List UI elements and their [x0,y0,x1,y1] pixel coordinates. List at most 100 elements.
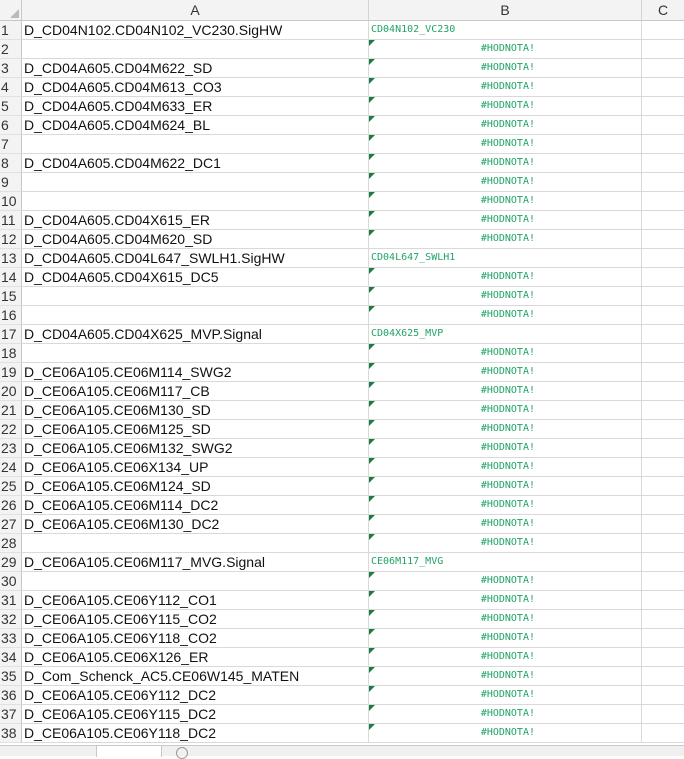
row-header[interactable]: 30 [0,572,22,591]
row-header[interactable]: 25 [0,477,22,496]
cell-a[interactable]: D_CE06A105.CE06M132_SWG2 [22,439,369,458]
row-header[interactable]: 37 [0,705,22,724]
cell-b[interactable]: #HODNOTA! [369,724,642,743]
error-indicator-icon[interactable] [369,420,375,426]
row-header[interactable]: 21 [0,401,22,420]
row-header[interactable]: 13 [0,249,22,268]
cell-a[interactable]: D_CE06A105.CE06Y118_CO2 [22,629,369,648]
cell-a[interactable]: D_CD04A605.CD04X615_DC5 [22,268,369,287]
cell-b[interactable]: #HODNOTA! [369,648,642,667]
row-header[interactable]: 22 [0,420,22,439]
cell-c[interactable] [642,78,684,97]
cell-a[interactable] [22,306,369,325]
cell-b[interactable]: #HODNOTA! [369,97,642,116]
cell-c[interactable] [642,306,684,325]
row-header[interactable]: 17 [0,325,22,344]
cell-a[interactable]: D_CD04A605.CD04X625_MVP.Signal [22,325,369,344]
column-header-c[interactable]: C [642,0,684,21]
cell-b[interactable]: #HODNOTA! [369,78,642,97]
row-header[interactable]: 34 [0,648,22,667]
cell-b[interactable]: CD04N102_VC230 [369,21,642,40]
row-header[interactable]: 24 [0,458,22,477]
error-indicator-icon[interactable] [369,515,375,521]
cell-c[interactable] [642,610,684,629]
cell-b[interactable]: #HODNOTA! [369,135,642,154]
cell-a[interactable]: D_CE06A105.CE06Y115_DC2 [22,705,369,724]
cell-b[interactable]: #HODNOTA! [369,363,642,382]
row-header[interactable]: 8 [0,154,22,173]
cell-b[interactable]: CE06M117_MVG [369,553,642,572]
cell-c[interactable] [642,154,684,173]
cell-a[interactable]: D_CE06A105.CE06M117_CB [22,382,369,401]
error-indicator-icon[interactable] [369,211,375,217]
cell-b[interactable]: #HODNOTA! [369,154,642,173]
row-header[interactable]: 5 [0,97,22,116]
cell-c[interactable] [642,59,684,78]
error-indicator-icon[interactable] [369,116,375,122]
cell-c[interactable] [642,325,684,344]
row-header[interactable]: 29 [0,553,22,572]
row-header[interactable]: 15 [0,287,22,306]
row-header[interactable]: 19 [0,363,22,382]
error-indicator-icon[interactable] [369,344,375,350]
error-indicator-icon[interactable] [369,496,375,502]
cell-b[interactable]: #HODNOTA! [369,515,642,534]
row-header[interactable]: 4 [0,78,22,97]
cell-b[interactable]: #HODNOTA! [369,591,642,610]
error-indicator-icon[interactable] [369,230,375,236]
cell-a[interactable]: D_CE06A105.CE06M125_SD [22,420,369,439]
cell-c[interactable] [642,401,684,420]
cell-a[interactable]: D_CE06A105.CE06Y112_CO1 [22,591,369,610]
cell-b[interactable]: #HODNOTA! [369,439,642,458]
cell-b[interactable]: #HODNOTA! [369,192,642,211]
cell-a[interactable] [22,135,369,154]
cell-a[interactable]: D_CD04A605.CD04X615_ER [22,211,369,230]
cell-b[interactable]: #HODNOTA! [369,496,642,515]
cell-b[interactable]: #HODNOTA! [369,477,642,496]
error-indicator-icon[interactable] [369,439,375,445]
cell-c[interactable] [642,439,684,458]
row-header[interactable]: 6 [0,116,22,135]
cell-a[interactable]: D_CE06A105.CE06M117_MVG.Signal [22,553,369,572]
error-indicator-icon[interactable] [369,686,375,692]
row-header[interactable]: 2 [0,40,22,59]
cell-c[interactable] [642,173,684,192]
cell-c[interactable] [642,534,684,553]
cell-a[interactable]: D_CE06A105.CE06M114_SWG2 [22,363,369,382]
row-header[interactable]: 38 [0,724,22,743]
error-indicator-icon[interactable] [369,135,375,141]
error-indicator-icon[interactable] [369,97,375,103]
cell-a[interactable]: D_CE06A105.CE06M114_DC2 [22,496,369,515]
error-indicator-icon[interactable] [369,629,375,635]
row-header[interactable]: 27 [0,515,22,534]
cell-a[interactable] [22,534,369,553]
error-indicator-icon[interactable] [369,382,375,388]
error-indicator-icon[interactable] [369,572,375,578]
cell-b[interactable]: #HODNOTA! [369,629,642,648]
row-header[interactable]: 31 [0,591,22,610]
cell-a[interactable]: D_CD04A605.CD04M633_ER [22,97,369,116]
cell-c[interactable] [642,496,684,515]
cell-b[interactable]: #HODNOTA! [369,59,642,78]
cell-b[interactable]: #HODNOTA! [369,287,642,306]
cell-c[interactable] [642,553,684,572]
error-indicator-icon[interactable] [369,154,375,160]
error-indicator-icon[interactable] [369,401,375,407]
error-indicator-icon[interactable] [369,363,375,369]
cell-a[interactable]: D_CE06A105.CE06X134_UP [22,458,369,477]
row-header[interactable]: 12 [0,230,22,249]
error-indicator-icon[interactable] [369,667,375,673]
cell-c[interactable] [642,420,684,439]
cell-c[interactable] [642,287,684,306]
row-header[interactable]: 35 [0,667,22,686]
error-indicator-icon[interactable] [369,477,375,483]
cell-a[interactable]: D_CD04N102.CD04N102_VC230.SigHW [22,21,369,40]
cell-a[interactable]: D_Com_Schenck_AC5.CE06W145_MATEN [22,667,369,686]
cell-c[interactable] [642,344,684,363]
cell-a[interactable]: D_CD04A605.CD04M624_BL [22,116,369,135]
column-header-b[interactable]: B [369,0,642,21]
cell-b[interactable]: #HODNOTA! [369,686,642,705]
error-indicator-icon[interactable] [369,78,375,84]
row-header[interactable]: 18 [0,344,22,363]
cell-a[interactable] [22,40,369,59]
